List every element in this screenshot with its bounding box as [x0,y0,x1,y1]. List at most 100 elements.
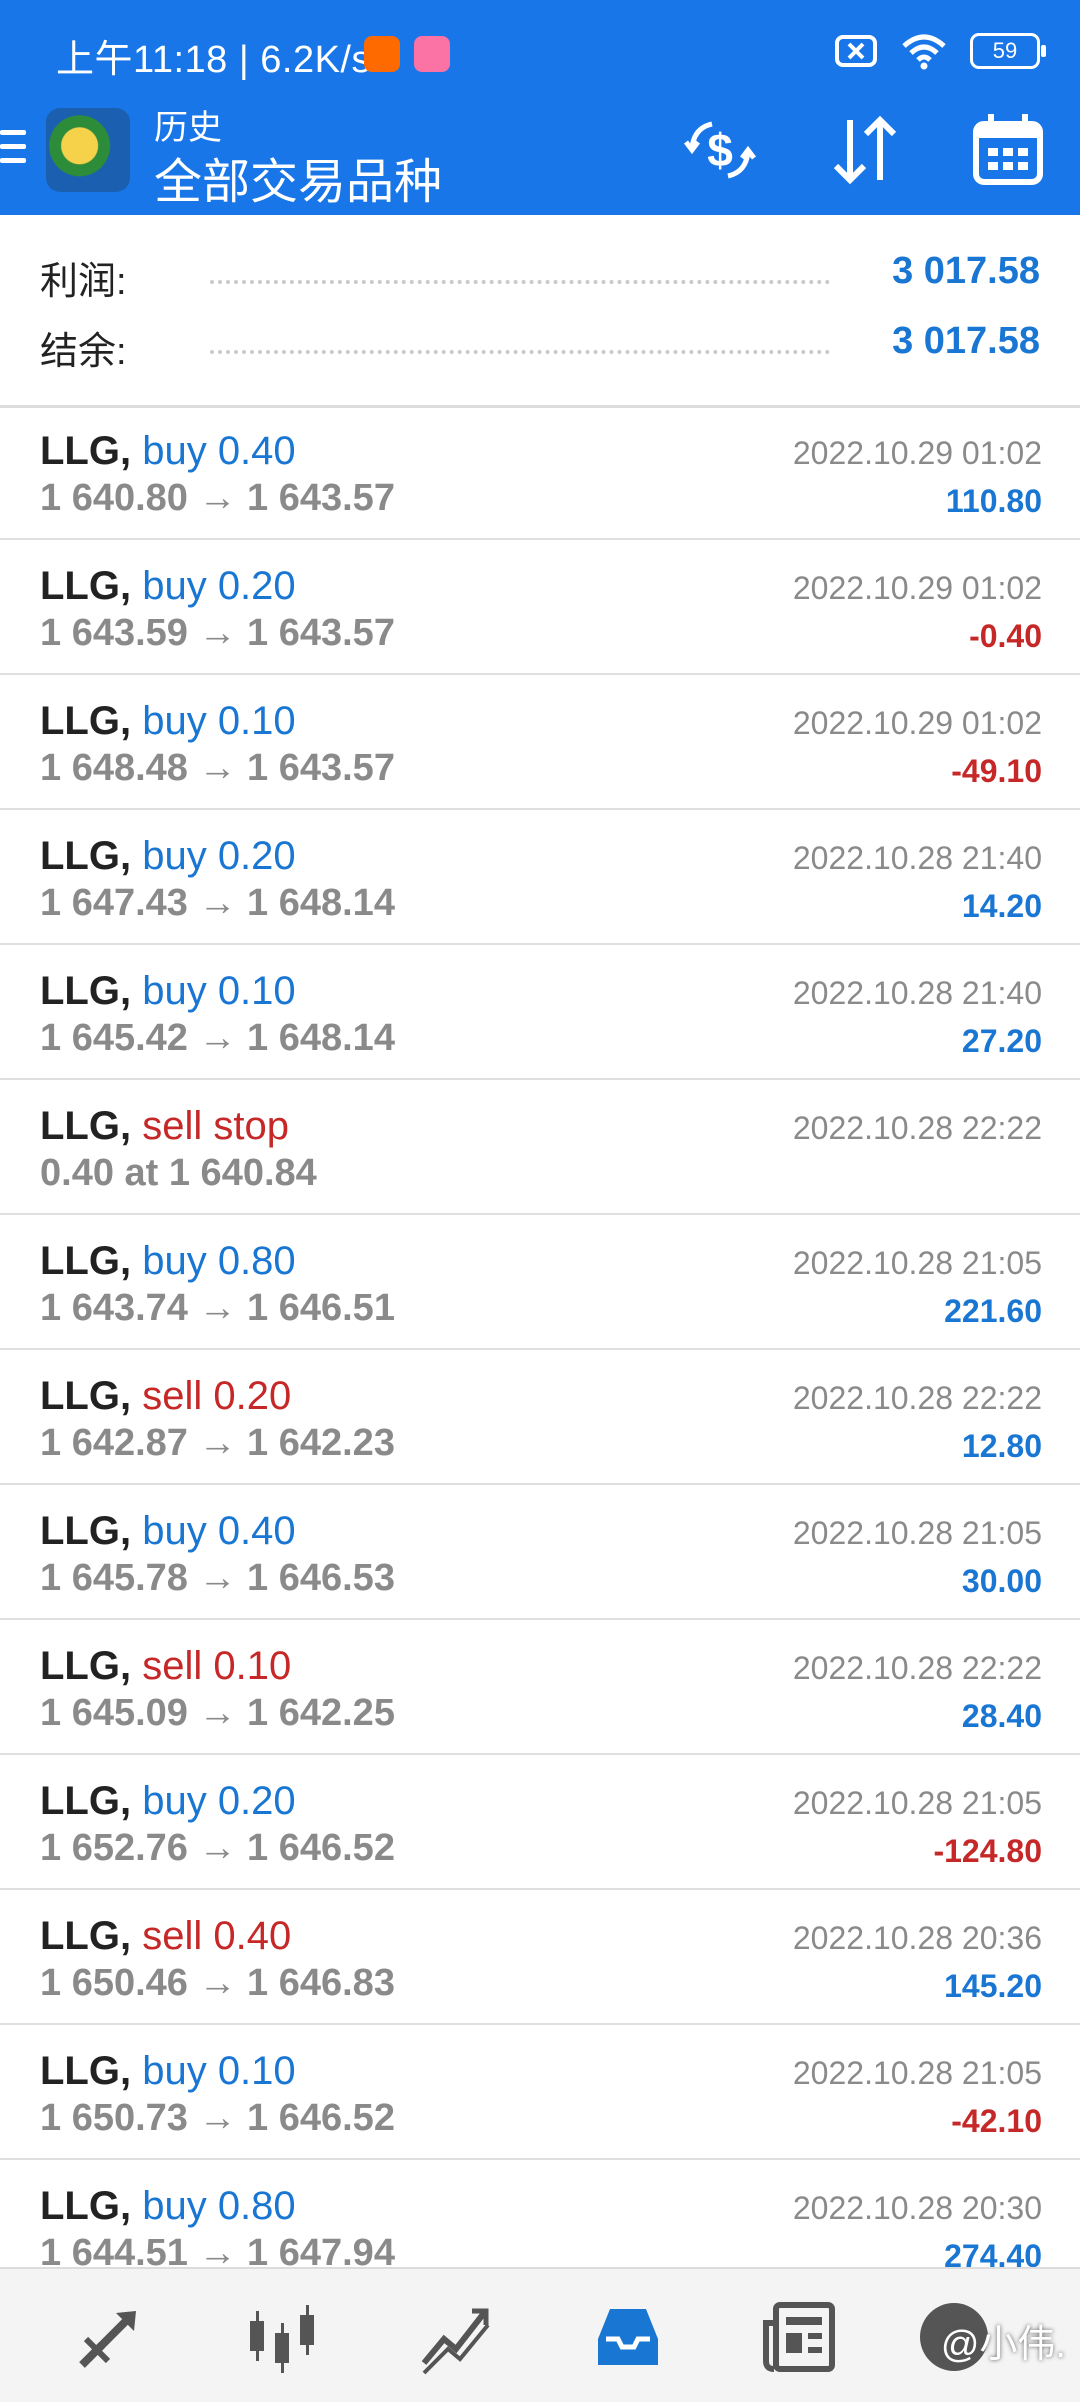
status-time-speed: 上午11:18 | 6.2K/s [56,39,371,81]
sort-icon[interactable] [822,108,906,192]
trade-row[interactable]: LLG, buy 0.20 1 643.59 → 1 643.57 2022.10.… [0,540,1080,675]
trade-time: 2022.10.28 21:05 [792,1245,1042,1281]
trade-symbol-line: LLG, buy 0.20 [40,564,296,609]
trade-symbol-line: LLG, sell 0.40 [40,1914,291,1959]
trade-symbol: LLG, [40,1779,132,1823]
trade-symbol-line: LLG, buy 0.40 [40,1509,296,1554]
trade-time: 2022.10.29 01:02 [792,570,1042,606]
trade-symbol: LLG, [40,1239,132,1283]
trade-symbol: LLG, [40,1104,132,1148]
trade-symbol: LLG, [40,1374,132,1418]
trade-side-volume: buy 0.40 [131,1509,296,1553]
trade-time: 2022.10.28 21:40 [792,840,1042,876]
trade-row[interactable]: LLG, buy 0.80 1 644.51 → 1 647.94 2022.10.… [0,2160,1080,2267]
trade-side-volume: buy 0.20 [131,834,296,878]
trade-time: 2022.10.28 20:36 [792,1920,1042,1956]
history-inbox-icon[interactable] [590,2299,666,2375]
bilibili-app-icon [414,36,450,72]
trade-profit: 110.80 [945,483,1042,519]
trade-profit: -0.40 [969,618,1042,654]
trade-side-volume: sell stop [131,1104,289,1148]
status-bar: 上午11:18 | 6.2K/s 59 [0,0,1080,100]
trade-row[interactable]: LLG, sell stop 0.40 at 1 640.84 2022.10.28… [0,1080,1080,1215]
trade-symbol: LLG, [40,834,132,878]
trade-time: 2022.10.28 20:30 [792,2190,1042,2226]
trade-side-volume: buy 0.20 [131,564,296,608]
trade-profit: -42.10 [951,2103,1042,2139]
trade-side-volume: buy 0.10 [131,969,296,1013]
trade-symbol-line: LLG, sell stop [40,1104,289,1149]
profit-row: 利润: 3 017.58 [40,250,1040,310]
menu-icon[interactable] [0,130,26,170]
trade-side-volume: buy 0.20 [131,1779,296,1823]
trade-prices: 1 645.42 → 1 648.14 [40,1017,395,1059]
trade-prices: 1 647.43 → 1 648.14 [40,882,395,924]
battery-icon: 59 [970,33,1046,69]
trade-profit: 221.60 [944,1293,1042,1329]
trade-profit: 14.20 [961,888,1042,924]
trade-symbol-line: LLG, sell 0.10 [40,1644,291,1689]
trade-row[interactable]: LLG, buy 0.80 1 643.74 → 1 646.51 2022.10.… [0,1215,1080,1350]
dotted-leader [210,350,830,354]
summary-panel: 利润: 3 017.58 结余: 3 017.58 [0,215,1080,408]
calendar-icon[interactable] [966,108,1050,192]
trade-symbol-line: LLG, buy 0.40 [40,429,296,474]
trade-symbol-line: LLG, buy 0.10 [40,699,296,744]
trade-symbol: LLG, [40,969,132,1013]
trade-icon[interactable] [72,2299,148,2375]
news-icon[interactable] [762,2299,838,2375]
trade-row[interactable]: LLG, buy 0.10 1 645.42 → 1 648.14 2022.10.… [0,945,1080,1080]
svg-text:$: $ [707,124,733,176]
chart-candles-icon[interactable] [244,2299,320,2375]
trade-time: 2022.10.29 01:02 [792,435,1042,471]
trade-history-list[interactable]: LLG, buy 0.40 1 640.80 → 1 643.57 2022.10.… [0,405,1080,2267]
trade-symbol: LLG, [40,1509,132,1553]
trade-prices: 1 648.48 → 1 643.57 [40,747,395,789]
balance-row: 结余: 3 017.58 [40,320,1040,380]
trade-prices: 1 645.09 → 1 642.25 [40,1692,395,1734]
trade-time: 2022.10.28 21:40 [792,975,1042,1011]
trade-profit: -124.80 [933,1833,1042,1869]
bottom-navigation: @小伟. [0,2267,1080,2402]
trade-side-volume: buy 0.80 [131,1239,296,1283]
trade-prices: 1 645.78 → 1 646.53 [40,1557,395,1599]
trade-side-volume: sell 0.10 [131,1644,292,1688]
trade-symbol: LLG, [40,1644,132,1688]
trade-side-volume: buy 0.10 [131,699,296,743]
trade-time: 2022.10.28 21:05 [792,1785,1042,1821]
trade-prices: 1 650.73 → 1 646.52 [40,2097,395,2139]
balance-label: 结余: [40,331,127,373]
mi-app-icon [364,36,400,72]
trade-prices: 1 643.59 → 1 643.57 [40,612,395,654]
trade-row[interactable]: LLG, sell 0.20 1 642.87 → 1 642.23 2022.10… [0,1350,1080,1485]
trade-symbol: LLG, [40,564,132,608]
trade-row[interactable]: LLG, buy 0.20 1 652.76 → 1 646.52 2022.10.… [0,1755,1080,1890]
trade-row[interactable]: LLG, buy 0.40 1 645.78 → 1 646.53 2022.10.… [0,1485,1080,1620]
trade-prices: 1 650.46 → 1 646.83 [40,1962,395,2004]
trade-symbol: LLG, [40,1914,132,1958]
header: 上午11:18 | 6.2K/s 59 历史 全部交易品种 $ [0,0,1080,215]
trade-row[interactable]: LLG, buy 0.40 1 640.80 → 1 643.57 2022.10.… [0,405,1080,540]
trade-symbol-line: LLG, sell 0.20 [40,1374,291,1419]
trade-symbol-line: LLG, buy 0.10 [40,969,296,1014]
profit-label: 利润: [40,261,127,303]
trade-side-volume: buy 0.40 [131,429,296,473]
trade-symbol: LLG, [40,429,132,473]
trade-symbol-line: LLG, buy 0.10 [40,2049,296,2094]
trend-icon[interactable] [418,2299,494,2375]
battery-level: 59 [992,38,1018,63]
trade-time: 2022.10.29 01:02 [792,705,1042,741]
trade-time: 2022.10.28 21:05 [792,1515,1042,1551]
trade-row[interactable]: LLG, buy 0.10 1 648.48 → 1 643.57 2022.10.… [0,675,1080,810]
symbol-filter-title[interactable]: 全部交易品种 [154,142,442,212]
profit-value: 3 017.58 [892,250,1040,292]
trade-profit: 274.40 [944,2238,1042,2267]
trade-row[interactable]: LLG, buy 0.10 1 650.73 → 1 646.52 2022.10.… [0,2025,1080,2160]
trade-row[interactable]: LLG, buy 0.20 1 647.43 → 1 648.14 2022.10.… [0,810,1080,945]
trade-time: 2022.10.28 22:22 [792,1650,1042,1686]
trade-row[interactable]: LLG, sell 0.40 1 650.46 → 1 646.83 2022.10… [0,1890,1080,2025]
trade-time: 2022.10.28 22:22 [792,1380,1042,1416]
trade-symbol-line: LLG, buy 0.80 [40,1239,296,1284]
trade-row[interactable]: LLG, sell 0.10 1 645.09 → 1 642.25 2022.10… [0,1620,1080,1755]
currency-exchange-icon[interactable]: $ [678,108,762,192]
